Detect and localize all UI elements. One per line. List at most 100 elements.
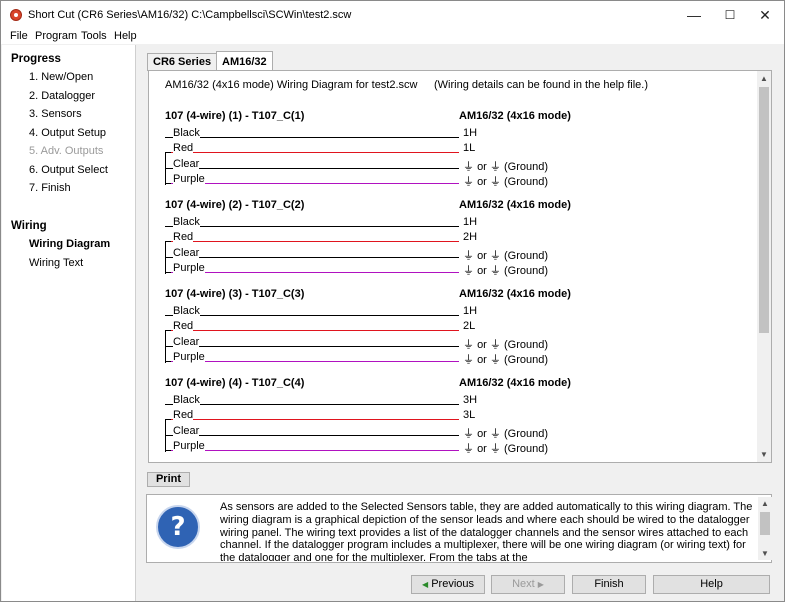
wire-line <box>165 182 459 184</box>
step-adv-outputs: 5. Adv. Outputs <box>29 145 104 157</box>
sensor-title: 107 (4-wire) (4) - T107_C(4) <box>165 377 305 389</box>
channel-label: ⏚ or ⏚ (Ground) <box>463 351 548 367</box>
menu-program[interactable]: Program <box>35 29 77 44</box>
wire-line <box>165 315 459 316</box>
wire-bracket <box>165 241 166 274</box>
diagram-note: (Wiring details can be found in the help… <box>434 79 649 91</box>
step-output-setup[interactable]: 4. Output Setup <box>29 127 106 139</box>
minimize-button[interactable]: — <box>676 1 712 29</box>
wiring-text-link[interactable]: Wiring Text <box>29 257 83 269</box>
step-finish[interactable]: 7. Finish <box>29 182 71 194</box>
signal-ground-icon: ⏚ <box>463 263 474 277</box>
multiplexer-title: AM16/32 (4x16 mode) <box>459 199 571 211</box>
signal-ground-icon: ⏚ <box>463 337 474 351</box>
ground-or-text: or <box>477 175 487 188</box>
app-logo-icon <box>10 9 22 21</box>
wire-label: Clear <box>173 424 200 437</box>
menu-file[interactable]: File <box>10 29 28 44</box>
wire-line <box>165 137 459 138</box>
ground-suffix-text: (Ground) <box>503 160 548 173</box>
wire-label: Black <box>173 394 200 406</box>
wire-line <box>165 360 459 362</box>
scroll-up-icon[interactable]: ▲ <box>757 72 771 86</box>
wire-label: Red <box>173 231 194 244</box>
wire-tick <box>165 271 171 273</box>
channel-label: ⏚ or ⏚ (Ground) <box>463 173 548 189</box>
wire-label: Purple <box>173 439 205 452</box>
question-mark-icon: ? <box>156 505 200 549</box>
close-button[interactable]: ✕ <box>747 1 783 29</box>
wire-line <box>165 167 459 169</box>
wire-label: Black <box>173 305 200 317</box>
previous-arrow-icon: ◀ <box>421 580 429 589</box>
maximize-button[interactable]: ☐ <box>712 1 748 29</box>
print-button[interactable]: Print <box>147 472 190 487</box>
channel-label: ⏚ or ⏚ (Ground) <box>463 262 548 278</box>
wire-line <box>165 404 459 405</box>
ground-suffix-text: (Ground) <box>503 175 548 188</box>
wire-tick <box>165 419 171 421</box>
menu-help[interactable]: Help <box>114 29 137 44</box>
ground-or-text: or <box>477 353 487 366</box>
wire-line <box>165 226 459 227</box>
wire-label: Purple <box>173 261 205 274</box>
wire-label: Purple <box>173 172 205 185</box>
tab-am16-32[interactable]: AM16/32 <box>216 51 273 71</box>
menu-tools[interactable]: Tools <box>81 29 107 44</box>
multiplexer-title: AM16/32 (4x16 mode) <box>459 288 571 300</box>
wire-tick <box>165 241 171 243</box>
application-window: Short Cut (CR6 Series\AM16/32) C:\Campbe… <box>0 0 785 602</box>
wire-tick <box>165 167 171 169</box>
wizard-sidebar: Progress 1. New/Open 2. Datalogger 3. Se… <box>2 45 136 601</box>
ground-suffix-text: (Ground) <box>503 442 548 455</box>
tab-cr6-series[interactable]: CR6 Series <box>147 53 218 71</box>
channel-label: 1H <box>463 127 478 139</box>
wire-tick <box>165 360 171 362</box>
help-text: As sensors are added to the Selected Sen… <box>220 501 753 561</box>
scroll-thumb[interactable] <box>759 87 769 333</box>
scroll-down-icon[interactable]: ▼ <box>757 448 771 462</box>
diagram-scrollbar[interactable]: ▲ ▼ <box>757 71 771 462</box>
wiring-diagram-link[interactable]: Wiring Diagram <box>29 238 110 250</box>
help-scroll-down-icon[interactable]: ▼ <box>758 547 772 561</box>
signal-ground-icon: ⏚ <box>463 159 474 173</box>
help-button[interactable]: Help <box>653 575 770 594</box>
sensor-title: 107 (4-wire) (1) - T107_C(1) <box>165 110 305 122</box>
wire-label: Purple <box>173 350 205 363</box>
sensor-wiring-block: 107 (4-wire) (4) - T107_C(4) AM16/32 (4x1… <box>165 377 605 462</box>
next-button: Next ▶ <box>491 575 565 594</box>
channel-label: 3H <box>463 394 478 406</box>
help-scroll-up-icon[interactable]: ▲ <box>758 497 772 511</box>
step-output-select[interactable]: 6. Output Select <box>29 164 108 176</box>
help-scrollbar[interactable]: ▲ ▼ <box>758 497 772 560</box>
menu-bar: File Program Tools Help <box>1 29 784 44</box>
power-ground-icon: ⏚ <box>489 337 501 351</box>
power-ground-icon: ⏚ <box>489 174 501 188</box>
previous-button[interactable]: ◀ Previous <box>411 575 485 594</box>
ground-suffix-text: (Ground) <box>503 427 548 440</box>
wire-label: Clear <box>173 157 200 170</box>
wire-label: Black <box>173 127 200 139</box>
step-sensors[interactable]: 3. Sensors <box>29 108 82 120</box>
channel-label: 2L <box>463 320 476 333</box>
wire-line <box>165 330 459 332</box>
ground-or-text: or <box>477 442 487 455</box>
wire-line <box>165 449 459 451</box>
step-new-open[interactable]: 1. New/Open <box>29 71 93 83</box>
help-scroll-thumb[interactable] <box>760 512 770 535</box>
ground-suffix-text: (Ground) <box>503 338 548 351</box>
wire-tick <box>165 182 171 184</box>
wire-line <box>165 152 459 154</box>
wire-label: Red <box>173 320 194 333</box>
wire-line <box>165 271 459 273</box>
wiring-diagram-panel: AM16/32 (4x16 mode) Wiring Diagram for t… <box>148 70 772 463</box>
step-datalogger[interactable]: 2. Datalogger <box>29 90 95 102</box>
multiplexer-title: AM16/32 (4x16 mode) <box>459 377 571 389</box>
channel-label: 2H <box>463 231 478 244</box>
wire-label: Clear <box>173 246 200 259</box>
multiplexer-title: AM16/32 (4x16 mode) <box>459 110 571 122</box>
finish-button[interactable]: Finish <box>572 575 646 594</box>
channel-label: 3L <box>463 409 476 422</box>
ground-or-text: or <box>477 264 487 277</box>
title-bar: Short Cut (CR6 Series\AM16/32) C:\Campbe… <box>1 1 784 29</box>
